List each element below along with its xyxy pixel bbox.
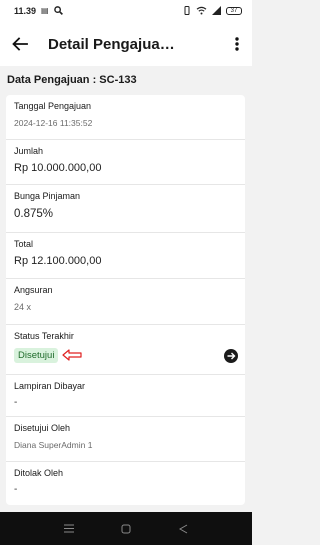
field-status-terakhir[interactable]: Status Terakhir Disetujui — [6, 325, 245, 375]
status-badge: Disetujui — [14, 348, 59, 363]
field-label: Ditolak Oleh — [14, 468, 64, 478]
field-tanggal-pengajuan: Tanggal Pengajuan 2024-12-16 11:35:52 — [6, 95, 245, 140]
field-total: Total Rp 12.100.000,00 — [6, 233, 245, 279]
wifi-icon — [196, 6, 207, 17]
arrow-right-circle-icon — [227, 352, 235, 360]
field-value: - — [14, 484, 18, 495]
home-button[interactable] — [116, 519, 136, 539]
red-arrow-annotation-icon — [62, 349, 82, 361]
page-title: Detail Pengajua… — [48, 35, 175, 53]
status-time: 11.39 — [14, 6, 37, 16]
recent-apps-button[interactable] — [59, 519, 79, 539]
field-value: 2024-12-16 11:35:52 — [14, 118, 93, 128]
field-label: Lampiran Dibayar — [14, 381, 86, 391]
field-label: Disetujui Oleh — [14, 423, 71, 433]
field-value: 24 x — [14, 302, 32, 312]
triangle-back-icon — [178, 524, 188, 533]
field-label: Angsuran — [14, 285, 53, 295]
menu-icon — [63, 524, 74, 533]
field-label: Status Terakhir — [14, 331, 74, 341]
status-detail-button[interactable] — [224, 349, 238, 363]
field-label: Tanggal Pengajuan — [14, 101, 92, 111]
more-vertical-icon — [235, 37, 239, 51]
system-nav-bar — [0, 512, 252, 545]
field-ditolak-oleh: Ditolak Oleh - — [6, 462, 245, 505]
field-disetujui-oleh: Disetujui Oleh Diana SuperAdmin 1 — [6, 417, 245, 462]
home-square-icon — [121, 524, 131, 533]
field-value: Rp 10.000.000,00 — [14, 162, 102, 174]
field-jumlah: Jumlah Rp 10.000.000,00 — [6, 140, 245, 185]
app-bar: Detail Pengajua… — [0, 22, 252, 66]
more-options-button[interactable] — [222, 22, 252, 66]
notification-icon: ▤ — [41, 6, 49, 15]
field-bunga-pinjaman: Bunga Pinjaman 0.875% — [6, 185, 245, 233]
signal-icon — [212, 5, 221, 17]
field-value: Diana SuperAdmin 1 — [14, 440, 93, 450]
back-button[interactable] — [2, 22, 38, 66]
search-notification-icon — [53, 5, 63, 17]
field-label: Jumlah — [14, 146, 44, 156]
field-angsuran: Angsuran 24 x — [6, 279, 245, 325]
detail-card: Tanggal Pengajuan 2024-12-16 11:35:52 Ju… — [6, 95, 245, 505]
field-label: Total — [14, 239, 34, 249]
battery-icon: 37 — [226, 7, 242, 15]
field-lampiran-dibayar: Lampiran Dibayar - — [6, 375, 245, 417]
arrow-left-icon — [12, 37, 28, 51]
field-value: - — [14, 397, 18, 408]
field-label: Bunga Pinjaman — [14, 191, 81, 201]
status-right: 37 — [183, 5, 242, 17]
nav-back-button[interactable] — [173, 519, 193, 539]
field-value: Rp 12.100.000,00 — [14, 255, 102, 267]
status-bar: 11.39 ▤ 37 — [0, 0, 252, 22]
field-value: 0.875% — [14, 208, 54, 220]
status-left: 11.39 ▤ — [14, 5, 63, 17]
vibrate-icon — [183, 5, 191, 17]
section-title: Data Pengajuan : SC-133 — [7, 74, 137, 86]
